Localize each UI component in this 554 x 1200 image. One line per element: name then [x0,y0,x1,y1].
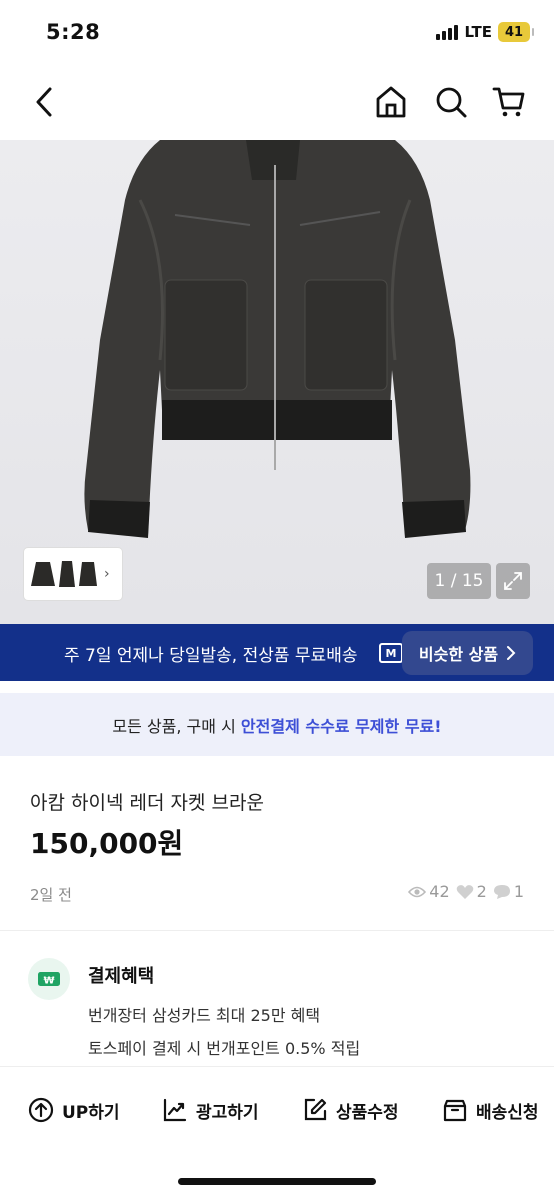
edit-product-button[interactable]: 상품수정 [302,1097,399,1123]
home-indicator [178,1178,376,1185]
product-stats: 42 2 1 [408,882,524,901]
likes-stat: 2 [456,882,487,901]
arrow-up-circle-icon [28,1097,54,1123]
chat-bubble-icon [493,884,510,899]
chevron-right-icon [507,646,516,660]
cart-icon[interactable] [491,84,527,120]
thumbnail-side[interactable] [58,558,76,590]
status-indicators: LTE 41 [436,22,534,42]
truck-icon: M [379,643,403,663]
promo-banner[interactable]: 주 7일 언제나 당일발송, 전상품 무료배송 M 비슷한 상품 [0,624,554,681]
chats-stat: 1 [493,882,524,901]
chevron-right-icon: › [104,566,110,582]
nav-bar [0,66,554,140]
promo-text: 주 7일 언제나 당일발송, 전상품 무료배송 [64,646,358,666]
edit-label: 상품수정 [336,1102,399,1123]
posted-time: 2일 전 [30,886,72,904]
up-label: UP하기 [62,1102,120,1123]
signal-icon [436,24,459,40]
benefit-samsung-card[interactable]: 번개장터 삼성카드 최대 25만 혜택 [88,1002,320,1026]
ad-label: 광고하기 [196,1102,259,1123]
similar-products-button[interactable]: 비슷한 상품 [402,631,533,675]
views-count: 42 [429,882,450,901]
notice-highlight: 안전결제 수수료 무제한 무료! [240,716,442,736]
thumbnail-back[interactable] [78,558,98,590]
product-price: 150,000원 [30,827,184,860]
heart-icon [456,884,473,899]
trending-chart-icon [163,1098,187,1122]
won-card-icon: ₩ [28,958,70,1000]
expand-icon[interactable] [496,563,530,599]
status-time: 5:28 [46,20,101,44]
safe-payment-notice[interactable]: 모든 상품, 구매 시 안전결제 수수료 무제한 무료! [0,693,554,756]
status-bar: 5:28 LTE 41 [0,0,554,66]
similar-products-label: 비슷한 상품 [418,645,499,664]
battery-icon: 41 [498,22,534,42]
notice-prefix: 모든 상품, 구매 시 [112,716,241,736]
network-type: LTE [464,23,492,41]
package-icon [443,1099,467,1122]
thumbnail-strip[interactable]: › [24,548,122,600]
home-icon[interactable] [373,84,409,120]
svg-text:₩: ₩ [43,976,54,987]
section-divider [0,930,554,931]
ad-button[interactable]: 광고하기 [162,1097,259,1123]
up-button[interactable]: UP하기 [28,1097,120,1123]
thumbnail-front[interactable] [30,558,56,590]
likes-count: 2 [476,882,487,901]
image-counter: 1 / 15 [427,563,491,599]
chevron-left-icon[interactable] [28,84,64,120]
chats-count: 1 [513,882,524,901]
shipping-request-button[interactable]: 배송신청 [442,1097,539,1123]
search-icon[interactable] [433,84,469,120]
edit-icon [304,1098,327,1121]
benefit-tosspay[interactable]: 토스페이 결제 시 번개포인트 0.5% 적립 [88,1035,360,1059]
views-stat: 42 [408,882,450,901]
shipping-label: 배송신청 [476,1102,539,1123]
eye-icon [408,886,427,897]
product-title: 아캄 하이넥 레더 자켓 브라운 [30,792,264,814]
benefit-title: 결제혜택 [88,966,155,987]
product-meta: 2일 전 42 2 1 [30,882,524,906]
